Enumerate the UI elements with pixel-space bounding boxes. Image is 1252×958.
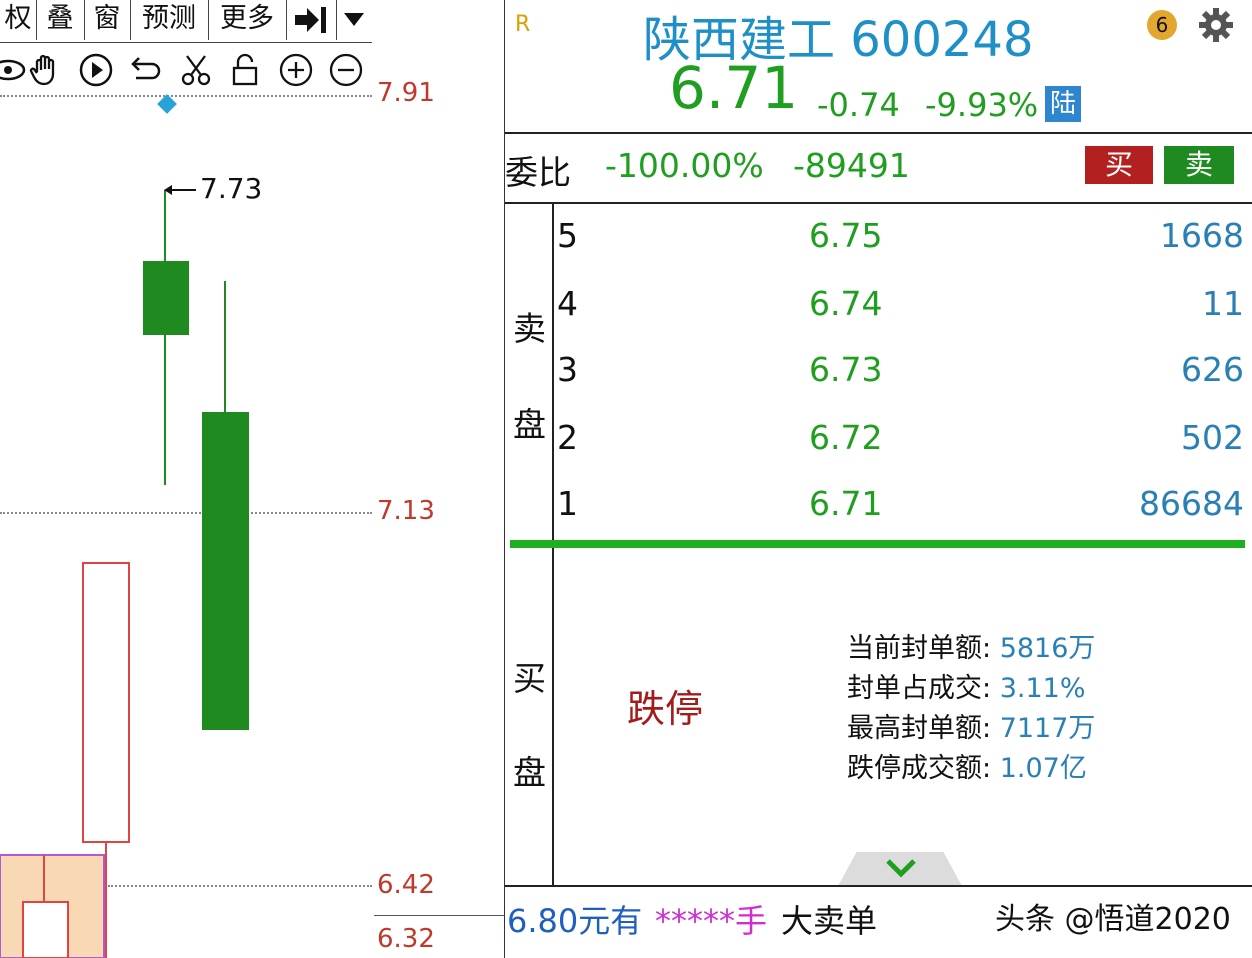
ask-level: 5 — [557, 216, 578, 255]
ask-level: 1 — [557, 484, 578, 523]
high-price-marker: 7.73 — [200, 172, 263, 205]
chevron-down-icon[interactable] — [885, 858, 917, 880]
seal-stat-row: 当前封单额: 5816万 — [847, 626, 1095, 665]
weibi-percent: -100.00% — [605, 146, 764, 185]
price-axis — [372, 0, 505, 958]
weibi-label: 委比 — [505, 153, 571, 192]
divider — [505, 885, 1252, 887]
seal-stat-key: 最高封单额: — [847, 713, 992, 744]
axis-divider — [374, 915, 505, 916]
ask-price: 6.72 — [809, 418, 883, 457]
candle-body — [82, 562, 130, 843]
ask-row[interactable]: 2 6.72 502 — [505, 418, 1252, 478]
ask-price: 6.73 — [809, 350, 883, 389]
ask-level: 4 — [557, 284, 578, 323]
ask-volume: 86684 — [1139, 484, 1244, 523]
ask-row[interactable]: 4 6.74 11 — [505, 284, 1252, 344]
seal-stat-value: 1.07亿 — [999, 753, 1087, 784]
buy-side-label: 盘 — [513, 753, 546, 792]
price-axis-label: 6.32 — [377, 924, 435, 954]
limit-down-label: 跌停 — [627, 687, 704, 731]
seal-stat-key: 当前封单额: — [847, 633, 992, 664]
buy-button[interactable]: 买 — [1085, 146, 1153, 184]
ask-volume: 1668 — [1160, 216, 1244, 255]
price-axis-label: 6.42 — [377, 870, 435, 900]
candle-body — [143, 261, 189, 335]
seal-stat-key: 跌停成交额: — [847, 753, 992, 784]
candle-body — [22, 901, 69, 958]
divider — [505, 132, 1252, 134]
price-change-percent: -9.93% — [925, 86, 1039, 124]
candlestick-plot — [0, 94, 249, 958]
watermark: 头条 @悟道2020 — [995, 902, 1231, 937]
ticker-volume: *****手 — [655, 902, 768, 940]
price-axis-label: 7.91 — [377, 78, 435, 108]
ask-price: 6.75 — [809, 216, 883, 255]
ask-price: 6.74 — [809, 284, 883, 323]
ask-row[interactable]: 5 6.75 1668 — [505, 216, 1252, 276]
ticker-type: 大卖单 — [781, 902, 878, 940]
ask-volume: 502 — [1181, 418, 1244, 457]
market-badge: 陆 — [1045, 86, 1081, 122]
price-axis-label: 7.13 — [377, 496, 435, 526]
candle-body — [202, 412, 249, 730]
seal-stat-value: 5816万 — [999, 633, 1096, 664]
ask-volume: 11 — [1202, 284, 1244, 323]
ask-volume: 626 — [1181, 350, 1244, 389]
bid-ask-separator — [510, 540, 1245, 548]
seal-stat-row: 封单占成交: 3.11% — [847, 666, 1085, 705]
weicha-value: -89491 — [793, 146, 910, 185]
seal-stat-value: 3.11% — [999, 673, 1086, 704]
ask-price: 6.71 — [809, 484, 883, 523]
sell-button[interactable]: 卖 — [1164, 146, 1234, 184]
seal-stat-row: 跌停成交额: 1.07亿 — [847, 746, 1087, 785]
quote-panel: R 陕西建工 600248 6.71 -0.74 -9.93% 陆 6 委比 -… — [505, 0, 1252, 958]
ask-row[interactable]: 3 6.73 626 — [505, 350, 1252, 410]
seal-stat-key: 封单占成交: — [847, 673, 992, 704]
signal-diamond-icon — [157, 94, 177, 114]
seal-stat-row: 最高封单额: 7117万 — [847, 706, 1095, 745]
gear-icon[interactable] — [1197, 6, 1235, 44]
kline-chart-panel[interactable]: 权 叠 窗 预测 更多 7.73 — [0, 0, 372, 958]
buy-side-label: 买 — [513, 659, 546, 698]
ask-level: 3 — [557, 350, 578, 389]
ask-level: 2 — [557, 418, 578, 457]
ask-row[interactable]: 1 6.71 86684 — [505, 484, 1252, 544]
notification-badge[interactable]: 6 — [1147, 10, 1177, 40]
seal-stat-value: 7117万 — [999, 713, 1096, 744]
r-badge: R — [515, 12, 531, 37]
divider — [505, 202, 1252, 204]
ticker-price: 6.80元有 — [507, 902, 643, 940]
last-price: 6.71 — [669, 54, 799, 122]
price-change: -0.74 — [817, 86, 900, 124]
